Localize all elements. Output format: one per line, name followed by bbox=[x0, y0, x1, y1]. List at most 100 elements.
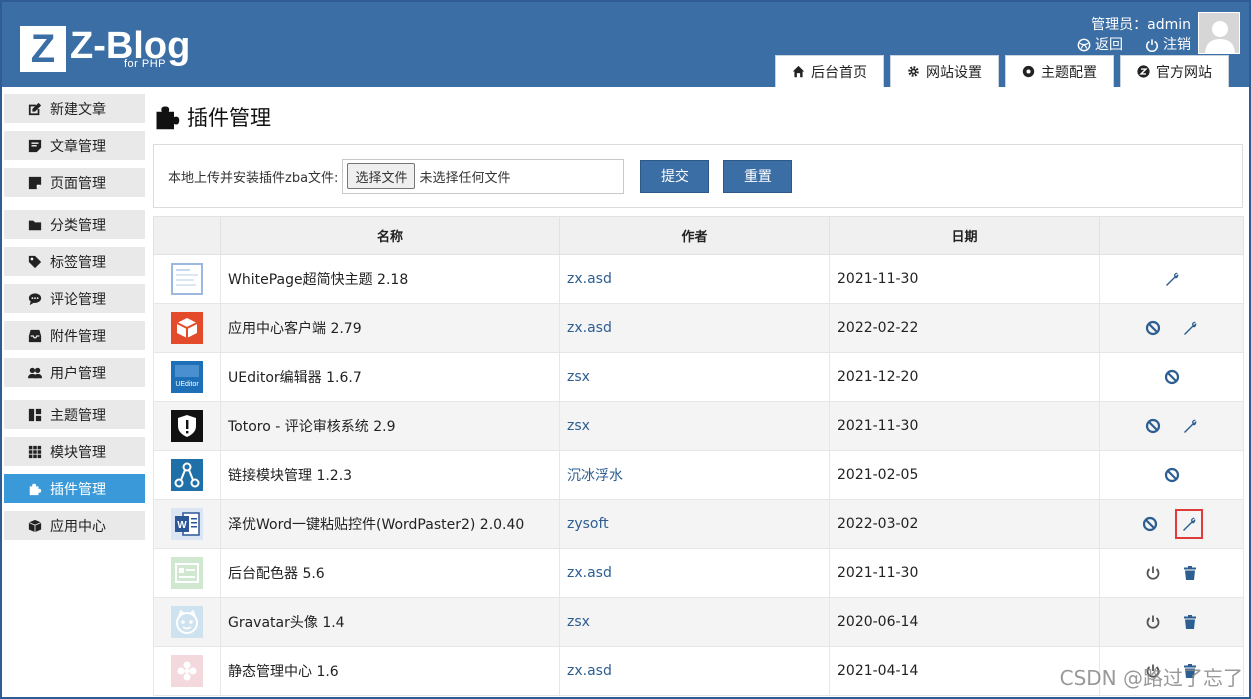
wrench-icon bbox=[1183, 321, 1197, 335]
svg-text:W: W bbox=[177, 520, 187, 531]
upload-label: 本地上传并安装插件zba文件: bbox=[168, 170, 339, 186]
main-content: 插件管理 本地上传并安装插件zba文件: 选择文件 未选择任何文件 提交 重置 … bbox=[153, 94, 1244, 696]
topnav-official-site[interactable]: 官方网站 bbox=[1120, 55, 1229, 87]
table-row: Totoro - 评论审核系统 2.9 zsx 2021-11-30 bbox=[153, 401, 1244, 451]
power-icon bbox=[1146, 615, 1160, 629]
sidebar-item-articles[interactable]: 文章管理 bbox=[4, 131, 145, 160]
disable-button[interactable] bbox=[1143, 416, 1163, 436]
sidebar-item-app-center[interactable]: 应用中心 bbox=[4, 511, 145, 540]
file-input[interactable]: 选择文件 未选择任何文件 bbox=[342, 158, 625, 194]
plugin-author[interactable]: zsx bbox=[559, 352, 830, 402]
wrench-icon bbox=[1182, 517, 1196, 531]
logout-label: 注销 bbox=[1163, 37, 1191, 53]
plugin-name: 后台配色器 5.6 bbox=[220, 548, 560, 598]
sidebar-item-pages[interactable]: 页面管理 bbox=[4, 168, 145, 197]
zblog-logo[interactable]: Z Z-Blog for PHP bbox=[20, 24, 190, 74]
topnav-label: 网站设置 bbox=[926, 64, 982, 81]
reset-button[interactable]: 重置 bbox=[723, 159, 793, 193]
plugin-name: 链接模块管理 1.2.3 bbox=[220, 450, 560, 500]
zblog-icon bbox=[1137, 65, 1150, 78]
svg-text:UEditor: UEditor bbox=[175, 381, 199, 388]
disable-button[interactable] bbox=[1162, 465, 1182, 485]
ban-icon bbox=[1143, 516, 1158, 532]
sidebar-item-users[interactable]: 用户管理 bbox=[4, 358, 145, 387]
grid-icon bbox=[28, 445, 42, 458]
sidebar-item-comments[interactable]: 评论管理 bbox=[4, 284, 145, 313]
header-icon bbox=[153, 216, 221, 255]
disable-button[interactable] bbox=[1140, 514, 1160, 534]
plugin-author[interactable]: zx.asd bbox=[559, 646, 830, 696]
plugin-author[interactable]: zsx bbox=[559, 401, 830, 451]
sidebar-item-themes[interactable]: 主题管理 bbox=[4, 400, 145, 429]
page-title-text: 插件管理 bbox=[187, 106, 271, 130]
whitepage-icon bbox=[171, 263, 203, 295]
page-icon bbox=[28, 176, 42, 189]
sidebar-item-new-article[interactable]: 新建文章 bbox=[4, 94, 145, 123]
sidebar-item-modules[interactable]: 模块管理 bbox=[4, 437, 145, 466]
topnav-label: 后台首页 bbox=[811, 64, 867, 81]
sidebar-item-plugins[interactable]: 插件管理 bbox=[4, 474, 145, 503]
sidebar-item-label: 页面管理 bbox=[50, 175, 106, 192]
sidebar-item-tags[interactable]: 标签管理 bbox=[4, 247, 145, 276]
plugin-author[interactable]: zx.asd bbox=[559, 548, 830, 598]
trash-icon bbox=[1183, 615, 1196, 629]
plugin-name: UEditor编辑器 1.6.7 bbox=[220, 352, 560, 402]
disable-button[interactable] bbox=[1143, 318, 1163, 338]
sidebar-item-label: 新建文章 bbox=[50, 101, 106, 118]
enable-button[interactable] bbox=[1143, 612, 1163, 632]
top-nav: 后台首页 网站设置 主题配置 官方网站 bbox=[775, 55, 1229, 87]
back-link[interactable]: 返回 bbox=[1077, 35, 1123, 55]
topnav-settings[interactable]: 网站设置 bbox=[890, 55, 999, 87]
sidebar-item-label: 附件管理 bbox=[50, 328, 106, 345]
ueditor-icon: UEditor bbox=[171, 361, 203, 393]
link-module-icon bbox=[171, 459, 203, 491]
inbox-icon bbox=[28, 329, 42, 342]
topnav-label: 主题配置 bbox=[1041, 64, 1097, 81]
appcenter-icon bbox=[171, 312, 203, 344]
sidebar-item-label: 评论管理 bbox=[50, 291, 106, 308]
delete-button[interactable] bbox=[1180, 612, 1200, 632]
plugin-author[interactable]: zx.asd bbox=[559, 303, 830, 353]
article-list-icon bbox=[28, 139, 42, 152]
avatar[interactable] bbox=[1198, 12, 1240, 54]
submit-button[interactable]: 提交 bbox=[640, 159, 710, 193]
plugin-date: 2021-11-30 bbox=[829, 254, 1100, 304]
config-button[interactable] bbox=[1180, 416, 1200, 436]
sidebar-item-categories[interactable]: 分类管理 bbox=[4, 210, 145, 239]
header-actions bbox=[1099, 216, 1244, 255]
topnav-theme[interactable]: 主题配置 bbox=[1005, 55, 1114, 87]
delete-button[interactable] bbox=[1180, 563, 1200, 583]
logout-link[interactable]: 注销 bbox=[1145, 35, 1191, 55]
theme-icon bbox=[1022, 65, 1035, 78]
plugin-author[interactable]: zx.asd bbox=[559, 254, 830, 304]
sidebar-item-label: 分类管理 bbox=[50, 217, 106, 234]
topnav-label: 官方网站 bbox=[1156, 64, 1212, 81]
header-date: 日期 bbox=[829, 216, 1100, 255]
table-row: W 泽优Word一键粘贴控件(WordPaster2) 2.0.40 zysof… bbox=[153, 499, 1244, 549]
table-row: 链接模块管理 1.2.3 沉冰浮水 2021-02-05 bbox=[153, 450, 1244, 500]
config-button[interactable] bbox=[1162, 269, 1182, 289]
table-row: 应用中心客户端 2.79 zx.asd 2022-02-22 bbox=[153, 303, 1244, 353]
config-button-highlighted[interactable] bbox=[1174, 509, 1203, 539]
choose-file-button[interactable]: 选择文件 bbox=[347, 163, 416, 189]
table-row: WhitePage超简快主题 2.18 zx.asd 2021-11-30 bbox=[153, 254, 1244, 304]
plugin-author[interactable]: zsx bbox=[559, 597, 830, 647]
plugin-name: 应用中心客户端 2.79 bbox=[220, 303, 560, 353]
plugin-author[interactable]: zysoft bbox=[559, 499, 830, 549]
plugin-name: WhitePage超简快主题 2.18 bbox=[220, 254, 560, 304]
totoro-icon bbox=[171, 410, 203, 442]
ban-icon bbox=[1146, 418, 1161, 434]
gravatar-icon bbox=[171, 606, 203, 638]
disable-button[interactable] bbox=[1162, 367, 1182, 387]
gear-icon bbox=[908, 66, 919, 77]
ban-icon bbox=[1164, 467, 1179, 483]
upload-panel: 本地上传并安装插件zba文件: 选择文件 未选择任何文件 提交 重置 bbox=[153, 144, 1243, 208]
globe-icon bbox=[1077, 38, 1091, 52]
config-button[interactable] bbox=[1180, 318, 1200, 338]
sidebar-item-attachments[interactable]: 附件管理 bbox=[4, 321, 145, 350]
plugin-author[interactable]: 沉冰浮水 bbox=[559, 450, 830, 500]
topnav-dashboard[interactable]: 后台首页 bbox=[775, 55, 884, 87]
enable-button[interactable] bbox=[1143, 563, 1163, 583]
box-icon bbox=[28, 519, 42, 532]
plugin-date: 2020-06-14 bbox=[829, 597, 1100, 647]
